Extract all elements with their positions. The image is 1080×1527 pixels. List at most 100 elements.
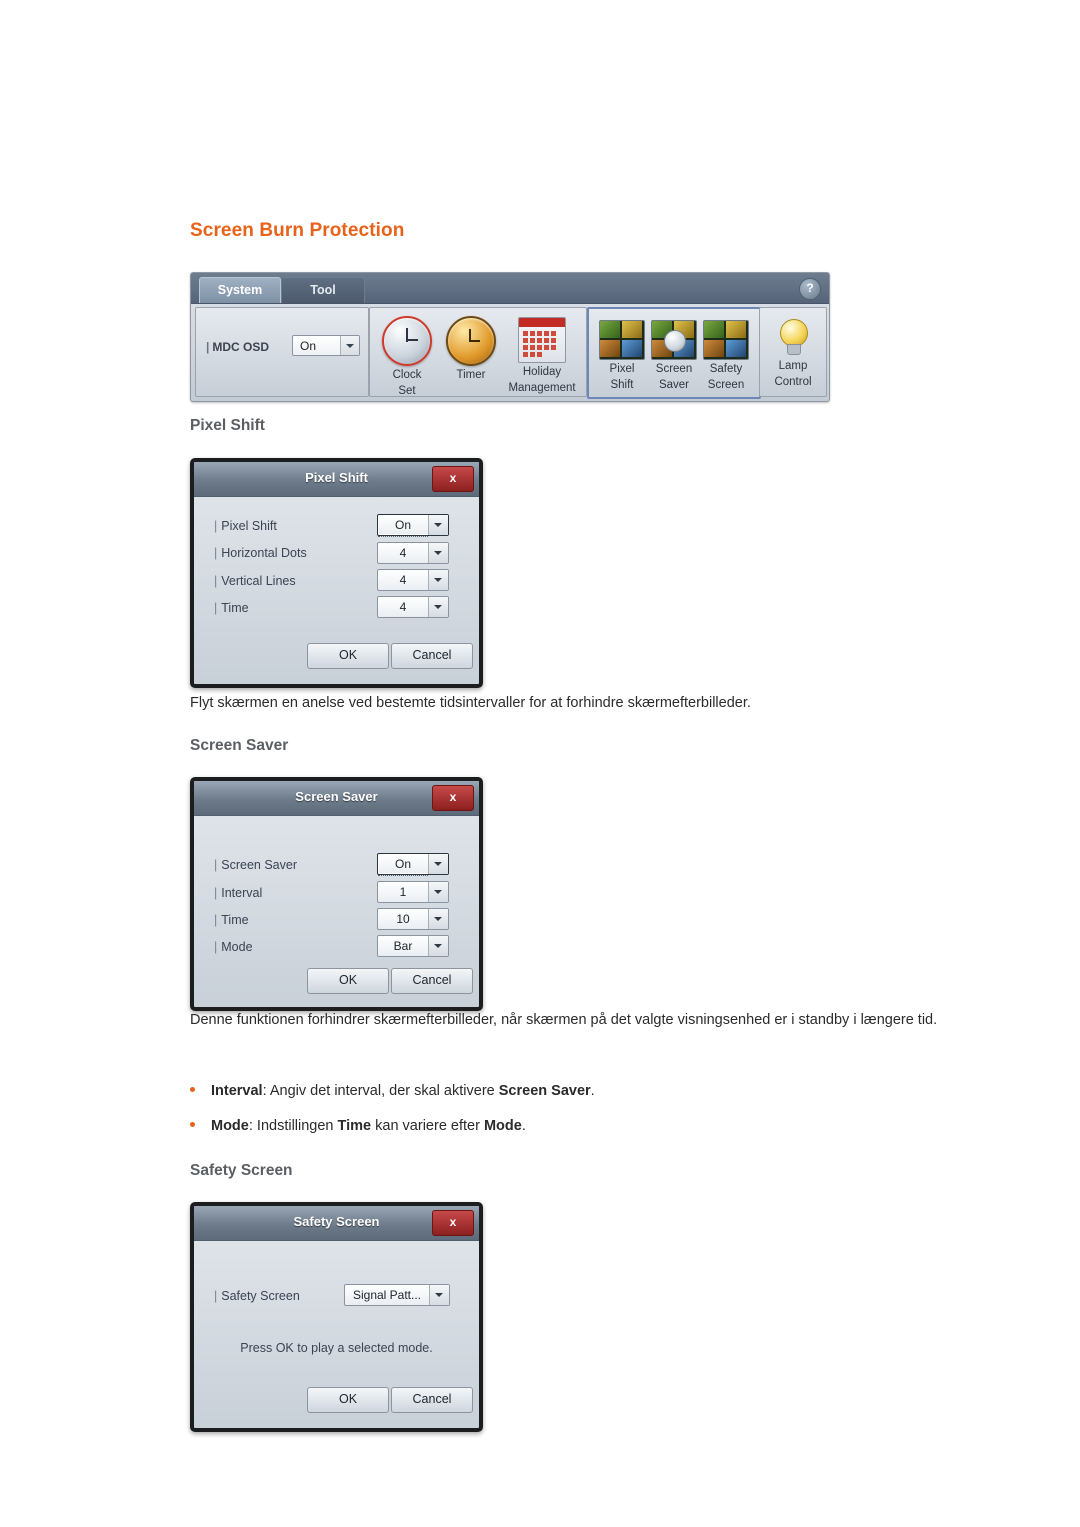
select-value: 4: [399, 573, 407, 587]
dialog-screen-saver: Screen Saver x | Screen Saver On | Interva…: [190, 777, 483, 1011]
chevron-down-icon[interactable]: [340, 336, 359, 355]
dialog-titlebar: Safety Screen x: [194, 1206, 479, 1241]
cancel-button[interactable]: Cancel: [391, 643, 473, 669]
row-label-horizontal-dots: | Horizontal Dots: [214, 546, 307, 560]
row-label-screen-saver: | Screen Saver: [214, 858, 297, 872]
chevron-down-icon[interactable]: [428, 854, 448, 874]
dialog-body: | Safety Screen Signal Patt... Press OK t…: [194, 1241, 479, 1421]
label-bar-icon: |: [206, 340, 210, 354]
dialog-titlebar: Pixel Shift x: [194, 462, 479, 497]
dialog-body: | Pixel Shift On | Horizontal Dots 4 | Vert…: [194, 497, 479, 677]
tool-label-line2: Screen: [707, 379, 745, 391]
tool-label-line2: Set: [398, 385, 416, 397]
tool-label-line1: Holiday: [522, 366, 562, 378]
select-value: 4: [399, 546, 407, 560]
row-label-time: | Time: [214, 601, 249, 615]
dialog-titlebar: Screen Saver x: [194, 781, 479, 816]
dialog-note: Press OK to play a selected mode.: [240, 1341, 433, 1355]
dialog-body: |Screen Saver On |Interval 1 |Time 10: [194, 816, 479, 1000]
select-value: 1: [399, 885, 407, 899]
subhead-screen-saver: Screen Saver: [190, 737, 289, 754]
chevron-down-icon[interactable]: [428, 515, 448, 535]
tool-label-line1: Clock: [392, 369, 422, 381]
mdc-time-group: Clock Set Timer Holiday Management: [369, 307, 587, 397]
chevron-down-icon[interactable]: [428, 882, 448, 902]
tool-label-line1: Safety: [709, 363, 743, 375]
close-icon[interactable]: x: [432, 785, 474, 811]
toolbar-button-holiday-management[interactable]: Holiday Management: [504, 316, 580, 395]
select-value: On: [378, 515, 428, 537]
close-icon[interactable]: x: [432, 466, 474, 492]
mdc-toolbar-body: | MDC OSD On Clock Set Timer Holiday Man…: [191, 303, 829, 400]
tool-label-line2: Management: [508, 382, 576, 394]
ok-button[interactable]: OK: [307, 968, 389, 994]
safety-screen-icon: [703, 320, 749, 360]
row-label-pixel-shift: | Pixel Shift: [214, 519, 277, 533]
paragraph-screen-saver: Denne funktionen forhindrer skærmefterbi…: [190, 1012, 938, 1028]
select-vertical-lines[interactable]: 4: [377, 569, 449, 591]
select-horizontal-dots[interactable]: 4: [377, 542, 449, 564]
ok-button[interactable]: OK: [307, 1387, 389, 1413]
cancel-button[interactable]: Cancel: [391, 1387, 473, 1413]
close-icon[interactable]: x: [432, 1210, 474, 1236]
tool-label-line2: Control: [774, 376, 812, 388]
select-value: On: [378, 854, 428, 876]
select-value: Bar: [393, 939, 413, 953]
document-page: Screen Burn Protection System Tool ? | MD…: [0, 0, 1080, 1527]
clock-icon: [382, 316, 432, 366]
select-time[interactable]: 10: [377, 908, 449, 930]
select-safety-screen-mode[interactable]: Signal Patt...: [344, 1284, 450, 1306]
timer-icon: [446, 316, 496, 366]
bullet-interval: Interval: Angiv det interval, der skal a…: [190, 1083, 595, 1099]
screen-saver-icon: [651, 320, 697, 360]
toolbar-button-timer[interactable]: Timer: [440, 316, 502, 385]
calendar-icon: [518, 317, 566, 363]
help-icon[interactable]: ?: [799, 278, 821, 300]
mdc-osd-label: | MDC OSD: [206, 340, 270, 354]
dialog-pixel-shift: Pixel Shift x | Pixel Shift On | Horizonta…: [190, 458, 483, 688]
tool-label-line1: Timer: [456, 369, 486, 381]
row-label-mode: | Mode: [214, 940, 253, 954]
row-label-vertical-lines: | Vertical Lines: [214, 574, 296, 588]
mdc-osd-select[interactable]: On: [292, 335, 360, 356]
paragraph-pixel-shift: Flyt skærmen en anelse ved bestemte tids…: [190, 695, 751, 711]
tab-tool[interactable]: Tool: [281, 277, 365, 303]
select-pixel-shift[interactable]: On: [377, 514, 449, 537]
toolbar-button-lamp-control[interactable]: Lamp Control: [762, 316, 824, 389]
pixel-shift-icon: [599, 320, 645, 360]
cancel-button[interactable]: Cancel: [391, 968, 473, 994]
tab-system[interactable]: System: [199, 277, 281, 303]
bullet-dot-icon: [190, 1122, 195, 1128]
ok-button[interactable]: OK: [307, 643, 389, 669]
mdc-system-toolbar: System Tool ? | MDC OSD On Clock Set Tim…: [190, 272, 830, 402]
select-time[interactable]: 4: [377, 596, 449, 618]
select-value: Signal Patt...: [352, 1288, 422, 1302]
mdc-osd-group: | MDC OSD On: [195, 307, 369, 397]
chevron-down-icon[interactable]: [428, 597, 448, 617]
row-label-interval: | Interval: [214, 886, 263, 900]
select-screen-saver[interactable]: On: [377, 853, 449, 876]
chevron-down-icon[interactable]: [429, 1285, 449, 1305]
toolbar-button-safety-screen[interactable]: Safety Screen: [695, 317, 757, 392]
mdc-titlebar: System Tool ?: [191, 273, 829, 304]
chevron-down-icon[interactable]: [428, 543, 448, 563]
row-label-safety-screen: | Safety Screen: [214, 1289, 300, 1303]
select-value: 10: [396, 912, 410, 926]
mdc-lamp-group: Lamp Control: [759, 307, 827, 397]
mdc-osd-value: On: [300, 339, 317, 353]
subhead-safety-screen: Safety Screen: [190, 1162, 293, 1179]
tool-label-line1: Lamp: [778, 360, 808, 372]
lightbulb-icon: [776, 319, 810, 357]
chevron-down-icon[interactable]: [428, 909, 448, 929]
chevron-down-icon[interactable]: [428, 936, 448, 956]
select-mode[interactable]: Bar: [377, 935, 449, 957]
bullet-mode: Mode: Indstillingen Time kan variere eft…: [190, 1118, 526, 1134]
page-title: Screen Burn Protection: [190, 220, 405, 241]
mdc-screen-burn-group: Pixel Shift Screen Saver Safety Screen: [587, 307, 761, 399]
toolbar-button-clock-set[interactable]: Clock Set: [376, 316, 438, 398]
select-interval[interactable]: 1: [377, 881, 449, 903]
bullet-dot-icon: [190, 1087, 195, 1093]
row-label-time: | Time: [214, 913, 249, 927]
chevron-down-icon[interactable]: [428, 570, 448, 590]
select-value: 4: [399, 600, 407, 614]
